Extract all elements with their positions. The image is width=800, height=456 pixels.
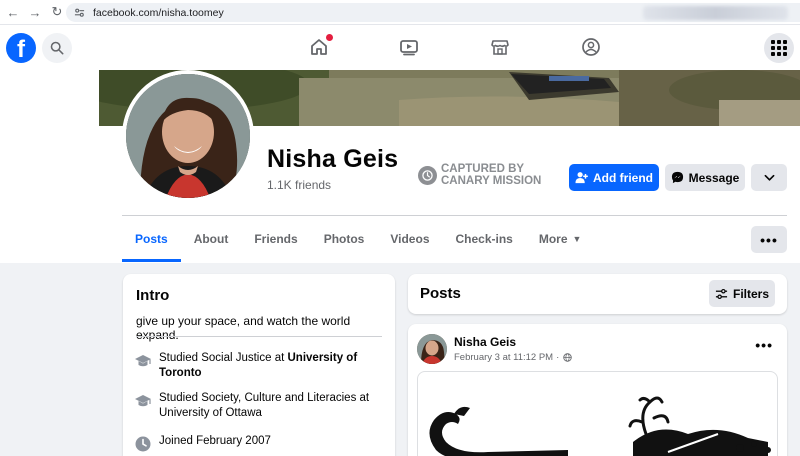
joined-text: Joined February 2007 [159, 435, 271, 447]
menu-dot [777, 52, 781, 56]
profile-avatar[interactable] [122, 70, 254, 202]
chevron-down-icon [764, 174, 774, 181]
forward-arrow-icon[interactable]: → [24, 5, 46, 20]
home-nav-button[interactable] [308, 34, 333, 58]
groups-nav-button[interactable] [580, 36, 602, 58]
tab-posts[interactable]: Posts [122, 216, 181, 262]
education-prefix: Studied Social Justice at [159, 352, 288, 364]
url-text: facebook.com/nisha.toomey [93, 6, 224, 19]
blurred-extensions [643, 6, 788, 20]
tab-photos[interactable]: Photos [311, 216, 378, 262]
posts-title: Posts [420, 285, 461, 302]
captured-label: CAPTURED BY CANARY MISSION [441, 163, 542, 187]
tab-videos[interactable]: Videos [377, 216, 442, 262]
menu-dot [783, 46, 787, 50]
tab-friends[interactable]: Friends [241, 216, 310, 262]
friends-count[interactable]: 1.1K friends [267, 178, 331, 192]
post-date[interactable]: February 3 at 11:12 PM [454, 352, 553, 363]
joined-row: Joined February 2007 [134, 434, 379, 453]
groups-icon [582, 38, 600, 56]
browser-toolbar: ← → ↻ facebook.com/nisha.toomey [0, 0, 800, 25]
facebook-logo[interactable]: f [6, 33, 36, 63]
facebook-header: f [0, 25, 800, 70]
home-icon [311, 39, 327, 55]
menu-dot [777, 40, 781, 44]
tab-label: More [538, 232, 568, 246]
watch-icon [400, 40, 418, 56]
post-options-button[interactable]: ••• [755, 337, 773, 353]
graduation-cap-icon [135, 355, 151, 367]
tab-label: About [193, 232, 229, 246]
profile-name: Nisha Geis [267, 145, 399, 173]
message-label: Message [688, 170, 740, 185]
globe-icon [563, 353, 573, 362]
post-meta: February 3 at 11:12 PM · [454, 352, 573, 363]
intro-title: Intro [136, 287, 170, 304]
post-image[interactable] [417, 371, 778, 456]
tab-checkins[interactable]: Check-ins [443, 216, 526, 262]
marketplace-nav-button[interactable] [489, 36, 511, 58]
menu-dot [783, 40, 787, 44]
logo-letter: f [17, 36, 25, 63]
notification-dot [326, 34, 333, 41]
tab-about[interactable]: About [181, 216, 242, 262]
marketplace-icon [491, 40, 509, 55]
menu-dot [771, 46, 775, 50]
post-card: Nisha Geis February 3 at 11:12 PM · ••• [408, 324, 787, 456]
intro-divider [136, 336, 382, 337]
tab-label: Photos [323, 232, 365, 246]
tab-label: Posts [135, 232, 168, 246]
watch-nav-button[interactable] [398, 36, 420, 58]
profile-photo [126, 74, 250, 198]
clock-icon [418, 165, 437, 185]
author-photo [417, 334, 447, 364]
reload-icon[interactable]: ↻ [46, 4, 68, 20]
tabs-more-button[interactable]: ••• [751, 226, 787, 253]
messenger-icon [671, 171, 683, 184]
education-row: Studied Social Justice at University of … [134, 351, 379, 381]
ellipsis-icon: ••• [755, 337, 773, 353]
post-author-avatar[interactable] [417, 334, 447, 364]
add-person-icon [575, 172, 588, 184]
tab-label: Friends [254, 232, 298, 246]
captured-badge: CAPTURED BY CANARY MISSION [418, 163, 551, 187]
tab-more[interactable]: More ▼ [526, 216, 595, 262]
posts-header-card: Posts Filters [408, 274, 787, 314]
filters-label: Filters [732, 286, 769, 301]
education-text-2: Studied Society, Culture and Literacies … [159, 392, 370, 419]
profile-tabs: Posts About Friends Photos Videos Check-… [122, 216, 594, 262]
post-author-name[interactable]: Nisha Geis [454, 335, 516, 349]
add-friend-label: Add friend [593, 170, 653, 185]
tab-label: Videos [390, 232, 430, 246]
sliders-icon [715, 288, 728, 299]
profile-header: Nisha Geis 1.1K friends CAPTURED BY CANA… [0, 70, 800, 263]
search-button[interactable] [42, 33, 72, 63]
education-text-1: Studied Social Justice at University of … [159, 351, 379, 381]
post-illustration [429, 396, 771, 456]
search-icon [50, 41, 64, 55]
ellipsis-icon: ••• [760, 231, 778, 248]
caret-down-icon: ▼ [572, 234, 582, 244]
menu-dot [777, 46, 781, 50]
back-arrow-icon[interactable]: ← [2, 5, 24, 20]
address-bar[interactable]: facebook.com/nisha.toomey [66, 3, 800, 22]
filters-button[interactable]: Filters [709, 280, 775, 307]
menu-grid-button[interactable] [764, 33, 794, 63]
menu-dot [783, 52, 787, 56]
tab-label: Check-ins [455, 232, 513, 246]
add-friend-button[interactable]: Add friend [569, 164, 659, 191]
intro-bio: give up your space, and watch the world … [136, 314, 351, 342]
more-options-button[interactable] [751, 164, 787, 191]
graduation-cap-icon [135, 395, 151, 407]
site-settings-icon[interactable] [74, 7, 85, 18]
education-row: Studied Society, Culture and Literacies … [134, 391, 379, 421]
menu-dot [771, 40, 775, 44]
clock-icon [135, 436, 151, 452]
menu-dot [771, 52, 775, 56]
message-button[interactable]: Message [665, 164, 745, 191]
intro-card: Intro give up your space, and watch the … [123, 274, 395, 456]
meta-separator: · [556, 352, 560, 363]
